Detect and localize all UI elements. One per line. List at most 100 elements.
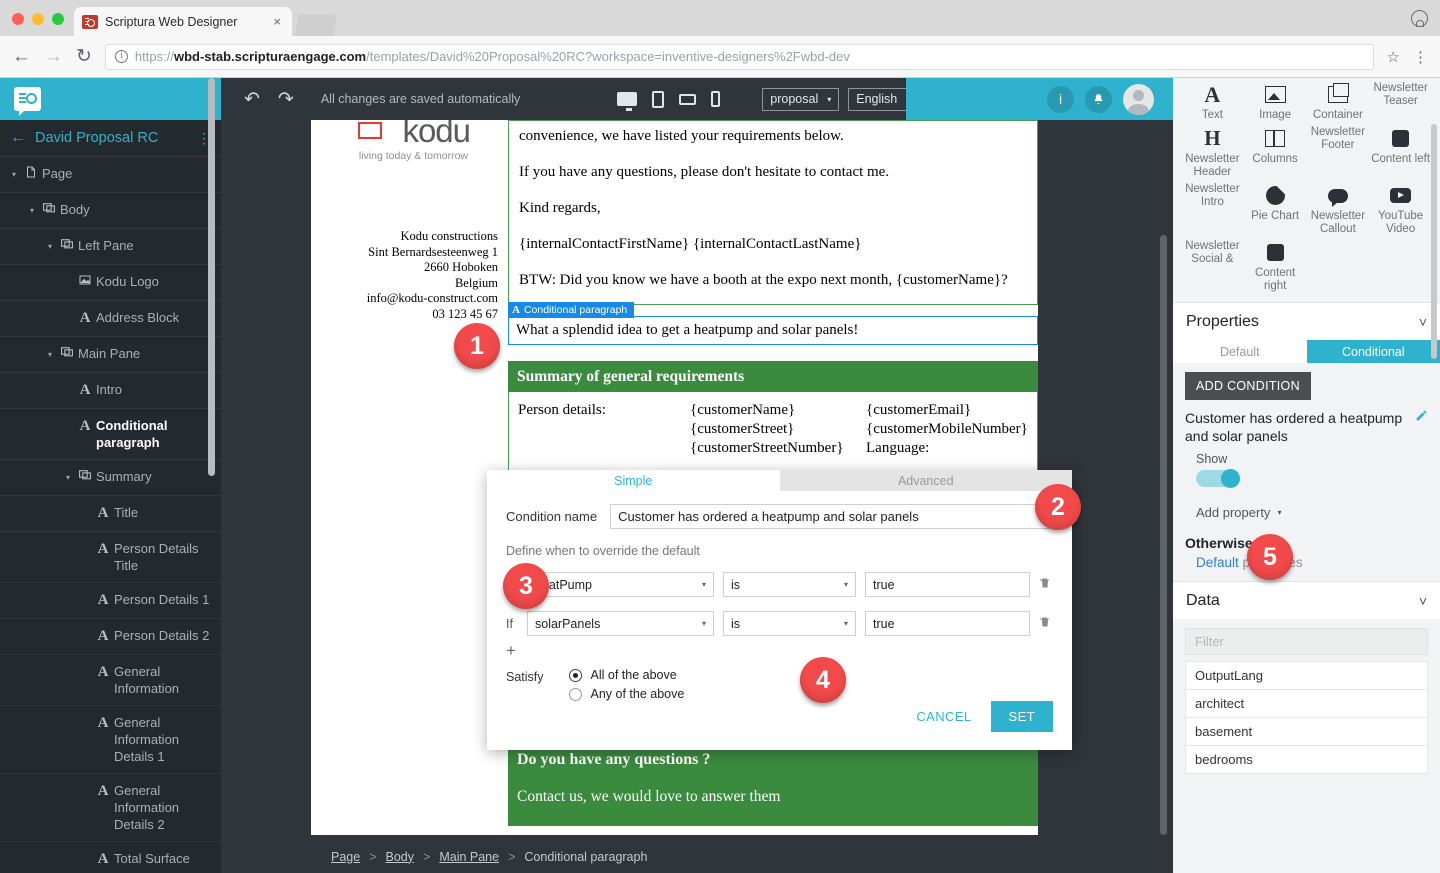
app-logo[interactable] <box>0 78 221 120</box>
tree-caret-icon[interactable]: ▾ <box>44 345 56 364</box>
summary-header[interactable]: Summary of general requirements <box>508 361 1038 392</box>
intro-text-block[interactable]: convenience, we have listed your require… <box>508 120 1038 305</box>
tab-default[interactable]: Default <box>1173 340 1307 363</box>
rule-operator-select-2[interactable]: is ▾ <box>723 611 856 636</box>
design-canvas[interactable]: kodu living today & tomorrow Kodu constr… <box>221 120 1173 873</box>
tree-node-general-information-details-2[interactable]: A General Information Details 2 <box>0 774 221 842</box>
tree-node-left-pane[interactable]: ▾ Left Pane <box>0 229 221 265</box>
palette-item-newsletter-callout[interactable]: Newsletter Callout <box>1307 183 1370 236</box>
condition-editor-dialog[interactable]: Simple Advanced Condition name Define wh… <box>487 470 1072 750</box>
tree-node-person-details-title[interactable]: A Person Details Title <box>0 532 221 583</box>
device-tablet-landscape-icon[interactable] <box>679 93 697 105</box>
collapse-properties-icon[interactable]: ˅ <box>1419 315 1427 329</box>
tree-node-general-information-details-1[interactable]: A General Information Details 1 <box>0 706 221 774</box>
cancel-button[interactable]: CANCEL <box>916 709 971 724</box>
conditional-paragraph-block[interactable]: What a splendid idea to get a heatpump a… <box>508 316 1038 345</box>
browser-tab[interactable]: Scriptura Web Designer × <box>74 7 292 36</box>
close-tab-icon[interactable]: × <box>270 14 284 29</box>
tree-node-body[interactable]: ▾ Body <box>0 193 221 229</box>
palette-item-container[interactable]: Container <box>1307 82 1370 122</box>
browser-profile-icon[interactable] <box>1411 10 1428 27</box>
palette-item-content-left[interactable]: Content left <box>1369 126 1432 179</box>
radio-any-of-the-above[interactable]: Any of the above <box>568 687 684 701</box>
palette-scrollbar[interactable] <box>1431 124 1437 359</box>
tab-advanced[interactable]: Advanced <box>779 470 1072 491</box>
radio-all-of-the-above[interactable]: All of the above <box>568 668 685 682</box>
collapse-data-icon[interactable]: ˅ <box>1419 594 1427 608</box>
palette-item-content-right[interactable]: Content right <box>1244 240 1307 293</box>
questions-cta-block[interactable]: Do you have any questions ? Contact us, … <box>508 737 1038 826</box>
tree-node-address-block[interactable]: A Address Block <box>0 301 221 337</box>
back-icon[interactable]: ← <box>12 47 31 66</box>
add-rule-icon[interactable]: + <box>506 642 1053 659</box>
palette-item-text[interactable]: A Text <box>1181 82 1244 122</box>
tree-caret-icon[interactable]: ▾ <box>26 201 38 220</box>
data-filter-input[interactable] <box>1185 628 1428 655</box>
rule-field-select-1[interactable]: heatPump ▾ <box>527 572 714 597</box>
redo-icon[interactable]: ↷ <box>269 88 303 111</box>
minimize-window-button[interactable] <box>32 13 44 25</box>
edit-condition-icon[interactable] <box>1415 409 1428 445</box>
delete-rule-icon-1[interactable] <box>1039 576 1051 593</box>
breadcrumb-item-page[interactable]: Page <box>331 850 360 864</box>
palette-item-columns[interactable]: Columns <box>1244 126 1307 179</box>
tree-node-person-details-1[interactable]: A Person Details 1 <box>0 583 221 619</box>
new-tab-button[interactable] <box>295 14 337 36</box>
back-to-templates-icon[interactable]: ← <box>10 129 26 147</box>
reload-icon[interactable]: ↻ <box>76 47 92 66</box>
show-toggle[interactable] <box>1196 469 1240 488</box>
palette-item-pie-chart[interactable]: Pie Chart <box>1244 183 1307 236</box>
palette-item-newsletter-teaser[interactable]: Newsletter Teaser <box>1369 82 1432 122</box>
delete-rule-icon-2[interactable] <box>1039 615 1051 632</box>
address-bar[interactable]: i https://wbd-stab.scripturaengage.com/t… <box>104 43 1374 70</box>
device-desktop-icon[interactable] <box>617 92 638 111</box>
data-field-item[interactable]: basement <box>1185 717 1428 745</box>
breadcrumb-item-main-pane[interactable]: Main Pane <box>439 850 499 864</box>
set-button[interactable]: SET <box>990 701 1053 732</box>
close-window-button[interactable] <box>12 13 24 25</box>
device-tablet-portrait-icon[interactable] <box>652 90 665 108</box>
palette-item-newsletter-header[interactable]: H Newsletter Header <box>1181 126 1244 179</box>
tree-node-page[interactable]: ▾ Page <box>0 157 221 193</box>
document-left-pane[interactable]: kodu living today & tomorrow Kodu constr… <box>311 120 508 826</box>
user-avatar[interactable] <box>1123 83 1154 115</box>
tab-conditional[interactable]: Conditional <box>1306 340 1440 363</box>
forward-icon[interactable]: → <box>44 47 63 66</box>
data-field-item[interactable]: OutputLang <box>1185 661 1428 689</box>
rule-operator-select-1[interactable]: is ▾ <box>723 572 856 597</box>
canvas-scrollbar[interactable] <box>1160 235 1167 835</box>
address-block[interactable]: Kodu constructions Sint Bernardsesteenweg… <box>311 229 498 322</box>
undo-icon[interactable]: ↶ <box>235 88 269 111</box>
palette-item-newsletter-social-[interactable]: Newsletter Social & <box>1181 240 1244 293</box>
tree-node-intro[interactable]: A Intro <box>0 373 221 409</box>
tree-node-title[interactable]: A Title <box>0 496 221 532</box>
tab-simple[interactable]: Simple <box>487 470 780 491</box>
tree-node-person-details-2[interactable]: A Person Details 2 <box>0 619 221 655</box>
tree-node-kodu-logo[interactable]: Kodu Logo <box>0 265 221 301</box>
tree-caret-icon[interactable]: ▾ <box>8 165 20 184</box>
info-icon[interactable]: i <box>1047 85 1074 113</box>
data-field-item[interactable]: bedrooms <box>1185 745 1428 774</box>
breadcrumb-item-body[interactable]: Body <box>386 850 415 864</box>
bookmark-star-icon[interactable]: ☆ <box>1387 48 1400 66</box>
add-property-dropdown[interactable]: Add property ▾ <box>1196 505 1428 520</box>
palette-item-youtube-video[interactable]: YouTube Video <box>1369 183 1432 236</box>
kodu-logo[interactable]: kodu living today & tomorrow <box>311 120 498 172</box>
sidebar-scrollbar[interactable] <box>208 78 215 476</box>
notifications-bell-icon[interactable] <box>1085 85 1112 113</box>
default-properties-link[interactable]: Default <box>1196 555 1239 570</box>
maximize-window-button[interactable] <box>52 13 64 25</box>
palette-item-newsletter-footer[interactable]: Newsletter Footer <box>1307 126 1370 179</box>
rule-field-select-2[interactable]: solarPanels ▾ <box>527 611 714 636</box>
channel-select[interactable]: proposal ▾ <box>762 87 840 111</box>
palette-item-image[interactable]: Image <box>1244 82 1307 122</box>
tree-node-general-information[interactable]: A General Information <box>0 655 221 706</box>
tree-node-total-surface[interactable]: A Total Surface <box>0 842 221 873</box>
rule-value-input-1[interactable] <box>865 572 1030 597</box>
site-info-icon[interactable]: i <box>114 50 128 63</box>
condition-name-input[interactable] <box>610 504 1053 529</box>
tree-node-main-pane[interactable]: ▾ Main Pane <box>0 337 221 373</box>
browser-menu-icon[interactable]: ⋮ <box>1413 48 1428 66</box>
device-phone-icon[interactable] <box>711 91 721 107</box>
tree-node-summary[interactable]: ▾ Summary <box>0 460 221 496</box>
